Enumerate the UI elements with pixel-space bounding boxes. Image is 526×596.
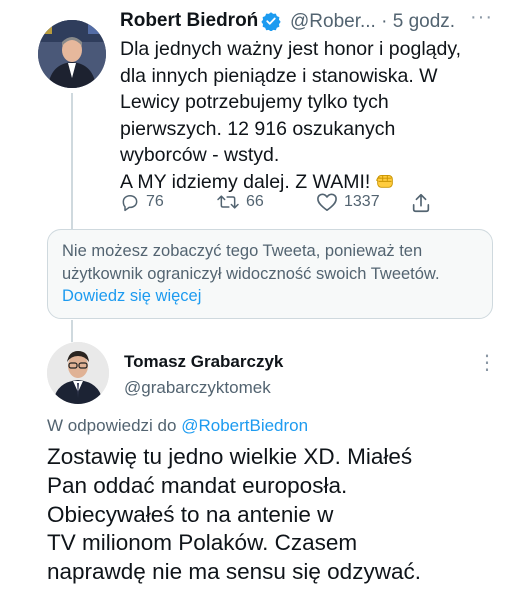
retweet-icon xyxy=(217,195,239,209)
like-button[interactable]: 1337 xyxy=(316,192,380,212)
verified-badge-icon xyxy=(261,11,281,32)
author-name[interactable]: Tomasz Grabarczyk xyxy=(124,352,283,372)
tweet-text-content: Dla jednych ważny jest honor i poglądy, … xyxy=(120,38,462,193)
reply-context: W odpowiedzi do @RobertBiedron xyxy=(47,416,308,436)
more-options-icon[interactable]: ⋮ xyxy=(477,350,497,375)
tweet-actions: 76 66 1337 xyxy=(0,192,526,216)
reply-button[interactable]: 76 xyxy=(120,192,164,212)
author-name[interactable]: Robert Biedroń xyxy=(120,10,258,32)
reply-to-link[interactable]: @RobertBiedron xyxy=(181,416,308,435)
reply-prefix: W odpowiedzi do xyxy=(47,416,177,435)
retweet-count: 66 xyxy=(246,193,264,210)
author-handle[interactable]: @Rober... xyxy=(290,11,376,32)
avatar-tomasz-grabarczyk[interactable] xyxy=(47,342,109,404)
restricted-notice-text: Nie możesz zobaczyć tego Tweeta, poniewa… xyxy=(62,240,482,308)
heart-icon xyxy=(317,193,337,211)
separator-dot: · xyxy=(381,11,388,32)
tweet-time[interactable]: 5 godz. xyxy=(393,11,455,32)
author-handle[interactable]: @grabarczyktomek xyxy=(124,378,271,398)
more-options-icon[interactable]: ··· xyxy=(470,6,493,29)
tweet-text: Dla jednych ważny jest honor i poglądy, … xyxy=(120,36,500,198)
share-button[interactable] xyxy=(410,192,438,214)
share-icon xyxy=(412,193,430,213)
like-count: 1337 xyxy=(344,193,380,210)
thread-line xyxy=(71,320,73,342)
learn-more-link[interactable]: Dowiedz się więcej xyxy=(62,287,201,305)
reply-icon xyxy=(122,195,138,212)
reply-count: 76 xyxy=(146,193,164,210)
author-handle-and-time: @Rober... · 5 godz. xyxy=(290,11,455,33)
notice-message: Nie możesz zobaczyć tego Tweeta, poniewa… xyxy=(62,242,440,283)
retweet-button[interactable]: 66 xyxy=(216,192,264,212)
avatar-robert-biedron[interactable] xyxy=(38,20,106,88)
tweet-text: Zostawię tu jedno wielkie XD. Miałeś Pan… xyxy=(47,444,421,585)
